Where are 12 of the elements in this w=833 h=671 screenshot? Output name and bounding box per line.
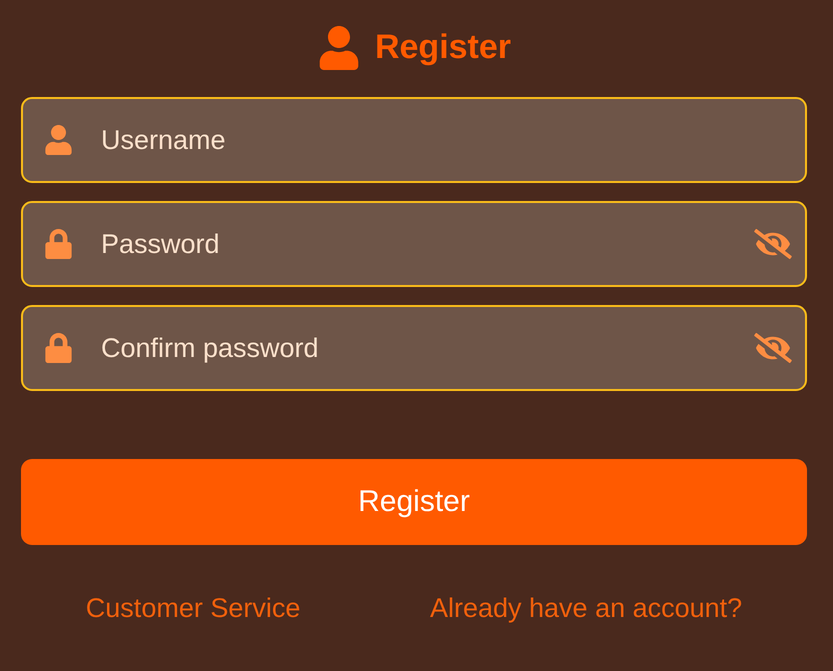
text-link[interactable]: Customer Service [86, 593, 300, 624]
eye-slash-icon[interactable] [754, 229, 792, 259]
page-title: Register [374, 28, 512, 68]
text-link[interactable]: Already have an account? [430, 593, 742, 624]
register-button[interactable]: Register [21, 459, 807, 545]
user-icon [45, 125, 72, 155]
password-field[interactable]: Password [21, 201, 807, 287]
eye-slash-icon[interactable] [754, 333, 792, 363]
lock-icon [45, 333, 72, 363]
username-field[interactable]: Username [21, 97, 807, 183]
lock-icon [45, 229, 72, 259]
password-field[interactable]: Confirm password [21, 305, 807, 391]
